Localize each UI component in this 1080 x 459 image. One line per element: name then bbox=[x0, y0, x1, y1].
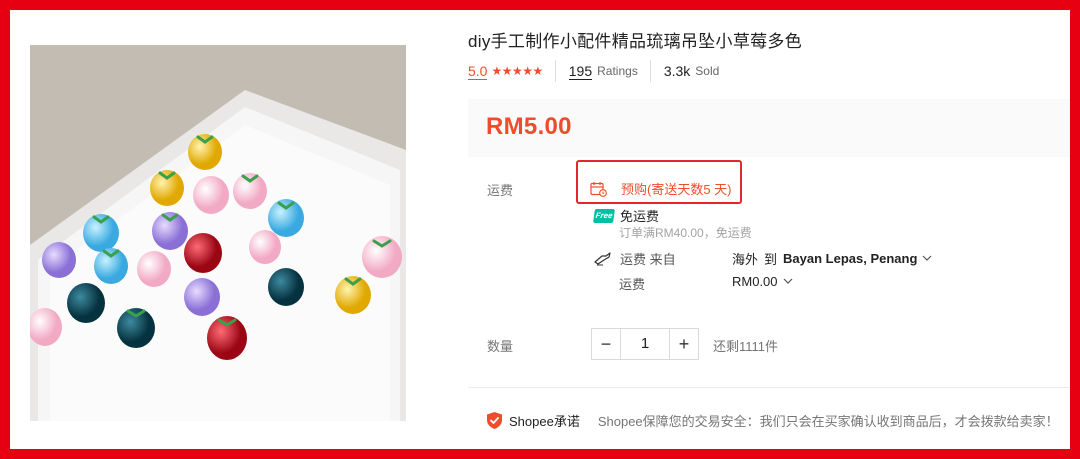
truck-icon bbox=[594, 251, 611, 265]
shipping-destination: Bayan Lepas, Penang bbox=[783, 251, 918, 266]
shield-icon bbox=[487, 412, 502, 429]
sold-count: 3.3k bbox=[663, 63, 691, 79]
ratings-count[interactable]: 195 bbox=[568, 63, 593, 80]
price-box: RM5.00 bbox=[468, 99, 1070, 157]
shipping-fee-select[interactable]: RM0.00 bbox=[732, 274, 793, 289]
product-image[interactable] bbox=[30, 45, 406, 421]
calendar-icon bbox=[590, 181, 607, 197]
preorder-text: 预购(寄送天数5 天) bbox=[621, 182, 732, 197]
screenshot-frame: diy手工制作小配件精品琉璃吊坠小草莓多色 5.0 ★★★★★ 195 Rati… bbox=[10, 10, 1070, 449]
shipping-origin: 海外 bbox=[732, 252, 759, 267]
rating-score[interactable]: 5.0 bbox=[468, 63, 488, 80]
decrease-button[interactable]: − bbox=[592, 329, 620, 359]
shipping-fee-value: RM0.00 bbox=[732, 274, 778, 289]
shipping-from-label: 运费 来自 bbox=[620, 252, 676, 267]
strawberry-photo bbox=[30, 45, 406, 421]
ratings-label: Ratings bbox=[597, 64, 638, 78]
quantity-stepper[interactable]: − 1 + bbox=[591, 328, 699, 360]
quantity-input[interactable]: 1 bbox=[620, 329, 670, 359]
preorder-info: 预购(寄送天数5 天) bbox=[590, 179, 732, 198]
free-shipping-row: Free 免运费 bbox=[593, 206, 660, 225]
product-price: RM5.00 bbox=[486, 113, 572, 140]
shipping-to: 到 bbox=[764, 252, 778, 267]
shipping-fee-label: 运费 bbox=[619, 277, 646, 292]
free-shipping-badge: Free bbox=[593, 208, 615, 223]
rating-stars-icon: ★★★★★ bbox=[491, 64, 543, 78]
guarantee-text: Shopee保障您的交易安全：我们只会在买家确认收到商品后，才会拨款给卖家！ bbox=[597, 414, 1059, 429]
rating-summary: 5.0 ★★★★★ 195 Ratings 3.3k Sold bbox=[468, 60, 719, 82]
product-title: diy手工制作小配件精品琉璃吊坠小草莓多色 bbox=[468, 32, 803, 51]
shipping-destination-select[interactable]: 海外 到 Bayan Lepas, Penang bbox=[732, 249, 932, 268]
quantity-label: 数量 bbox=[487, 339, 514, 354]
free-shipping-title: 免运费 bbox=[620, 209, 660, 224]
stock-remaining: 还剩1111件 bbox=[713, 339, 779, 354]
divider bbox=[554, 60, 556, 82]
chevron-down-icon bbox=[783, 278, 792, 284]
chevron-down-icon bbox=[922, 255, 932, 261]
increase-button[interactable]: + bbox=[670, 329, 698, 359]
section-divider bbox=[468, 387, 1070, 388]
sold-label: Sold bbox=[695, 64, 720, 78]
divider bbox=[649, 60, 651, 82]
free-shipping-condition: 订单满RM40.00，免运费 bbox=[619, 226, 752, 240]
shipping-from-row: 运费 来自 bbox=[594, 249, 676, 268]
shopee-guarantee: Shopee承诺 Shopee保障您的交易安全：我们只会在买家确认收到商品后，才… bbox=[486, 411, 1059, 430]
guarantee-brand[interactable]: Shopee承诺 bbox=[509, 411, 580, 430]
shipping-label: 运费 bbox=[487, 183, 514, 198]
